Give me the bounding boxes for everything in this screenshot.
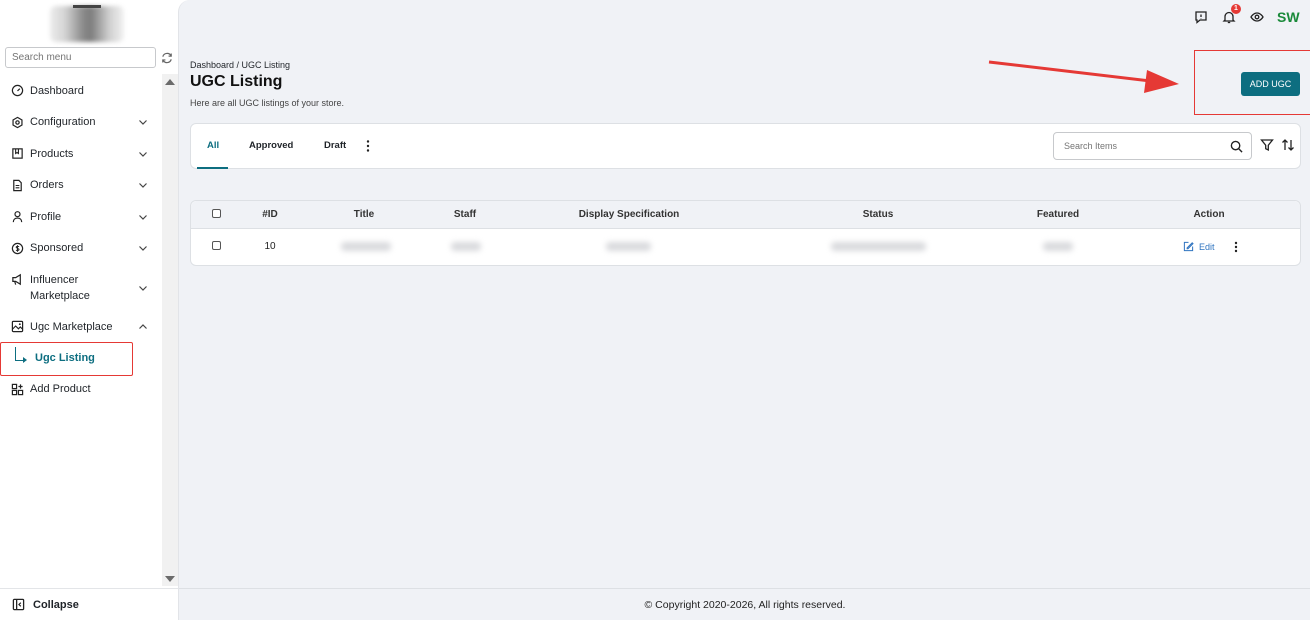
column-header-featured: Featured (1036, 209, 1080, 220)
notification-badge: 1 (1231, 4, 1241, 14)
sidebar-item-label: Products (30, 147, 74, 160)
chevron-down-icon (139, 246, 147, 252)
search-menu-input[interactable] (5, 47, 156, 68)
redacted-status (831, 242, 926, 251)
settings-icon (12, 116, 23, 129)
chevron-down-icon (139, 120, 147, 126)
sidebar-item-profile[interactable]: Profile (0, 201, 162, 233)
tab-bar: All Approved Draft (190, 123, 1301, 169)
chevron-down-icon (139, 285, 147, 291)
sidebar-scrollbar[interactable] (162, 74, 178, 586)
annotation-highlight-box (0, 342, 133, 376)
more-vertical-icon[interactable] (365, 139, 371, 153)
edit-icon (1183, 241, 1194, 252)
active-tab-indicator (197, 167, 228, 169)
eye-icon[interactable] (1250, 10, 1264, 24)
annotation-arrow-icon (988, 60, 1179, 93)
sidebar-item-sponsored[interactable]: Sponsored (0, 233, 162, 265)
collapse-sidebar-icon (12, 598, 25, 611)
dollar-badge-icon (11, 242, 24, 254)
sidebar-item-label: Configuration (30, 116, 96, 129)
store-logo-mark (73, 5, 101, 8)
store-logo (50, 6, 124, 42)
footer-copyright: © Copyright 2020-2026, All rights reserv… (179, 588, 1310, 620)
column-header-action: Action (1193, 209, 1225, 220)
row-checkbox[interactable] (212, 241, 221, 250)
tab-all[interactable]: All (207, 140, 219, 151)
search-items-input[interactable] (1054, 133, 1214, 159)
avatar[interactable]: SW (1277, 9, 1300, 25)
search-items-field[interactable] (1053, 132, 1252, 160)
gauge-icon (11, 85, 24, 97)
sidebar-item-label: Add Product (30, 383, 91, 396)
column-header-staff: Staff (453, 209, 477, 220)
search-icon[interactable] (1230, 140, 1243, 153)
tab-approved[interactable]: Approved (249, 140, 293, 151)
chevron-up-icon (139, 323, 147, 329)
table-header: #ID Title Staff Display Specification St… (191, 201, 1300, 229)
sidebar-item-label: Dashboard (30, 84, 84, 97)
edit-label: Edit (1199, 241, 1215, 252)
sidebar-item-label: Ugc Marketplace (30, 320, 113, 333)
collapse-button[interactable]: Collapse (0, 588, 178, 620)
refresh-icon[interactable] (160, 51, 174, 65)
image-icon (11, 321, 24, 333)
chat-icon[interactable] (1194, 10, 1208, 24)
grid-plus-icon (11, 383, 24, 395)
collapse-label: Collapse (33, 598, 79, 611)
sidebar: Dashboard Configuration Products Orders … (0, 0, 178, 620)
sidebar-item-dashboard[interactable]: Dashboard (0, 75, 162, 107)
sidebar-item-orders[interactable]: Orders (0, 170, 162, 202)
sidebar-item-label: Sponsored (30, 242, 84, 255)
more-vertical-icon[interactable] (1233, 241, 1239, 253)
sidebar-item-influencer-marketplace[interactable]: Influencer Marketplace (0, 264, 162, 311)
sidebar-item-configuration[interactable]: Configuration (0, 107, 162, 139)
sidebar-item-label: Orders (30, 179, 64, 192)
megaphone-icon (12, 273, 21, 286)
user-icon (12, 211, 23, 223)
page-subtitle: Here are all UGC listings of your store. (190, 98, 345, 108)
document-icon (13, 179, 22, 191)
column-header-status: Status (862, 209, 894, 220)
sidebar-item-add-product[interactable]: Add Product (0, 374, 162, 406)
sort-icon[interactable] (1281, 138, 1295, 152)
add-ugc-button[interactable]: ADD UGC (1241, 72, 1300, 96)
redacted-featured (1043, 242, 1073, 251)
page-title: UGC Listing (190, 73, 283, 90)
chevron-down-icon (139, 151, 147, 157)
redacted-staff (451, 242, 481, 251)
ugc-table: #ID Title Staff Display Specification St… (190, 200, 1301, 266)
breadcrumb: Dashboard / UGC Listing (190, 60, 291, 70)
row-id: 10 (264, 241, 276, 252)
chevron-down-icon (139, 214, 147, 220)
filter-icon[interactable] (1260, 138, 1274, 152)
sidebar-item-label: Influencer Marketplace (30, 273, 90, 302)
column-header-id: #ID (262, 209, 278, 220)
column-header-title: Title (353, 209, 375, 220)
edit-link[interactable]: Edit (1183, 241, 1215, 252)
sidebar-item-label: Profile (30, 210, 62, 223)
select-all-checkbox[interactable] (212, 209, 221, 218)
chevron-down-icon (139, 183, 147, 189)
column-header-display-specification: Display Specification (578, 209, 680, 220)
scroll-up-arrow-icon[interactable] (165, 79, 175, 85)
header-actions: 1 SW (1180, 0, 1310, 36)
sidebar-item-ugc-marketplace[interactable]: Ugc Marketplace (0, 311, 162, 343)
main-content: 1 SW Dashboard / UGC Listing UGC Listing… (178, 0, 1310, 620)
sidebar-item-products[interactable]: Products (0, 138, 162, 170)
redacted-title (341, 242, 391, 251)
tab-draft[interactable]: Draft (324, 140, 346, 151)
scroll-down-arrow-icon[interactable] (165, 576, 175, 582)
book-icon (12, 148, 23, 159)
redacted-display-specification (606, 242, 651, 251)
